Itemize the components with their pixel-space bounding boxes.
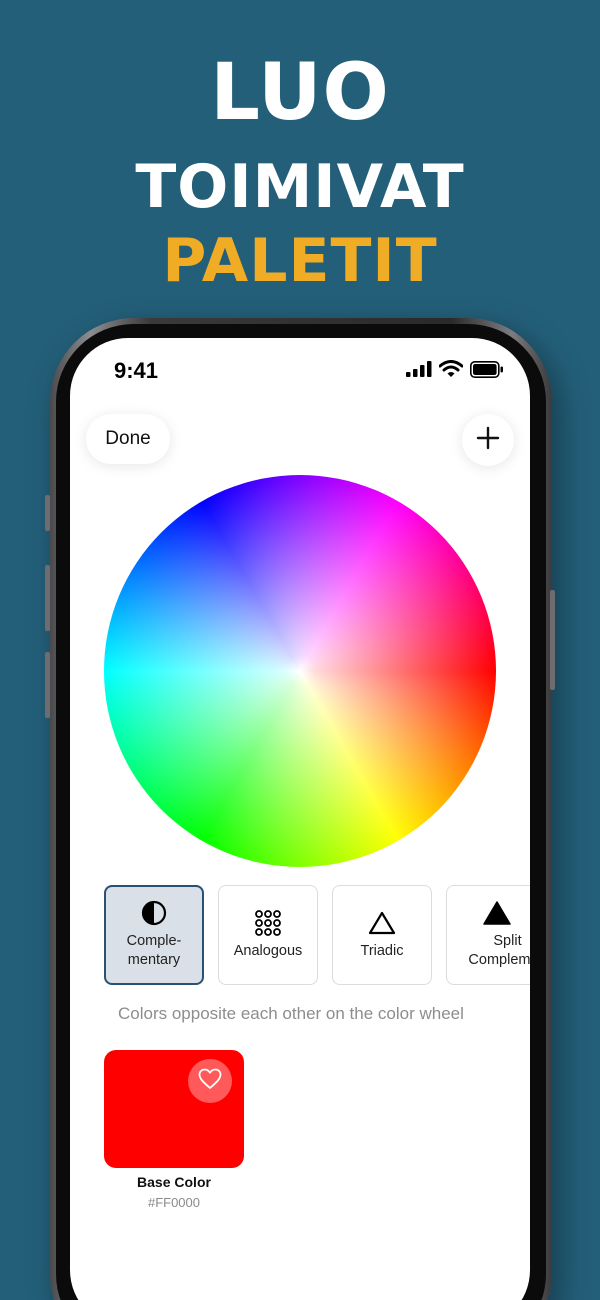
swatch-hex: #FF0000: [147, 1195, 201, 1210]
phone-power-button: [550, 590, 555, 690]
scheme-description: Colors opposite each other on the color …: [118, 1004, 464, 1023]
scheme-label: Comple- mentary: [126, 933, 182, 968]
scheme-label: Triadic: [360, 942, 404, 959]
dot-grid-icon: [255, 909, 281, 936]
scheme-analogous[interactable]: Analogous: [218, 885, 318, 985]
signal-icon: [406, 361, 432, 382]
scheme-selector: Comple- mentary Analogous Triadic Split …: [104, 885, 530, 985]
swatch-name: Base Color: [137, 1174, 211, 1190]
wifi-icon: [438, 360, 464, 383]
color-swatch[interactable]: [104, 1050, 244, 1168]
status-time: 9:41: [114, 358, 159, 383]
half-circle-icon: [141, 900, 167, 926]
headline-line-3: PALETIT: [162, 226, 438, 296]
phone-volume-up-button: [45, 565, 50, 631]
scheme-triadic[interactable]: Triadic: [332, 885, 432, 985]
status-icons: [406, 360, 504, 383]
add-button[interactable]: [462, 414, 514, 466]
heart-icon: [198, 1068, 222, 1095]
scheme-label: Analogous: [233, 942, 303, 959]
scheme-split-complementary[interactable]: Split Complemen: [446, 885, 530, 985]
done-button[interactable]: Done: [86, 414, 170, 464]
headline-line-1: LUO: [210, 48, 390, 138]
phone-volume-down-button: [45, 652, 50, 718]
triangle-filled-icon: [482, 900, 511, 926]
scheme-complementary[interactable]: Comple- mentary: [104, 885, 204, 985]
headline-line-2: TOIMIVAT: [135, 152, 465, 222]
plus-icon: [476, 426, 500, 455]
favorite-button[interactable]: [188, 1059, 232, 1103]
phone-silent-switch: [45, 495, 50, 531]
triangle-outline-icon: [368, 910, 396, 936]
color-wheel[interactable]: [104, 475, 496, 867]
app-screen: 9:41 Done Comple- mentary Analogous Tria…: [70, 338, 530, 1300]
battery-icon: [470, 360, 504, 383]
scheme-label: Split Complemen: [468, 933, 530, 968]
